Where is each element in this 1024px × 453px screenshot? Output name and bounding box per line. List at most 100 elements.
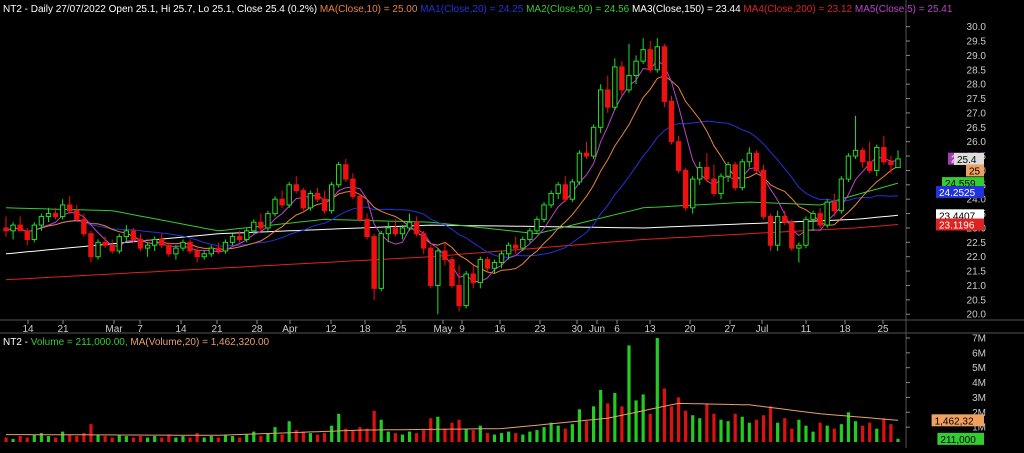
volume-bar [259,436,263,442]
price-flag-label: 23.1196 [939,221,975,232]
volume-bar [294,430,298,442]
volume-bar [528,431,532,442]
candle-up [116,236,122,252]
volume-bar [337,413,341,442]
candle-down [166,244,172,255]
volume-bar [514,433,518,442]
volume-bar [75,436,79,442]
price-y-tick-label: 28.0 [967,80,987,91]
candle-down [470,273,476,284]
volume-bar [46,436,51,442]
volume-bar [620,406,624,442]
candle-down [753,152,760,171]
candle-up [597,89,604,128]
candle-down [420,233,427,249]
candle-down [484,259,491,269]
candle-down [562,184,568,200]
candle-up [208,247,214,255]
candle-up [144,244,151,249]
volume-bar [747,422,751,442]
candle-down [137,238,144,249]
candle-up [520,238,526,249]
volume-bar [280,434,284,442]
volume-bar [563,428,567,442]
volume-bar [365,428,369,442]
price-flag-label: 24.2525 [939,188,976,199]
candle-down [371,236,377,289]
x-tick-label: 28 [251,324,263,335]
candle-down [364,218,370,238]
candle-down [194,250,200,258]
candle-up [824,201,830,226]
candle-down [789,221,795,249]
candle-up [95,241,101,258]
volume-y-tick-label: 7M [972,333,986,344]
volume-bar [655,337,659,442]
candle-up [336,164,342,186]
volume-bar [740,416,744,442]
volume-bar [698,418,702,442]
volume-bar [202,437,206,442]
candle-down [343,164,349,180]
volume-bar [662,388,666,442]
volume-bar [238,437,242,442]
price-y-tick-label: 21.5 [967,267,987,278]
x-tick-label: 27 [724,324,736,335]
volume-bar [641,394,645,442]
price-header: NT2 - Daily 27/07/2022 Open 25.1, Hi 25.… [3,4,953,15]
volume-bar [875,428,879,442]
candle-up [286,184,292,206]
x-tick-label: 11 [801,324,812,335]
candle-down [357,195,363,220]
price-flag-label: 25.4 [957,155,977,166]
x-tick-label: 30 [571,324,583,335]
volume-bar [861,425,865,442]
price-y-tick-label: 22.5 [967,238,987,249]
volume-bar [846,412,851,442]
volume-bar [719,419,723,442]
volume-bar [811,431,815,442]
candle-down [3,227,9,232]
candle-down [159,238,165,246]
volume-bar [393,433,397,442]
volume-bar [577,409,582,442]
x-tick-label: May [434,324,453,335]
volume-bar [351,430,355,442]
x-tick-label: 18 [839,324,851,335]
price-y-tick-label: 20.5 [967,295,987,306]
volume-bar [188,437,192,442]
volume-bar [705,403,709,442]
candle-up [527,230,533,240]
candle-down [215,247,222,252]
candle-up [38,215,45,226]
candle-up [328,184,335,212]
volume-bar [330,425,334,442]
volume-bar [68,434,72,442]
x-tick-label: 13 [644,324,656,335]
candle-up [725,164,731,177]
x-tick-label: 14 [22,324,34,335]
volume-bar [790,428,794,442]
candle-down [619,66,625,91]
candle-up [307,192,314,209]
candle-down [81,218,87,235]
candle-up [10,224,16,232]
candle-down [782,215,788,223]
price-header-part: MA(Close,10) = 25.00 [317,4,418,15]
volume-bar [783,418,787,442]
volume-y-tick-label: 4M [972,378,986,389]
volume-bar [153,436,157,442]
candle-up [385,227,391,235]
volume-bar [429,418,433,442]
x-tick-label: 25 [877,324,889,335]
x-tick-label: 21 [57,324,69,335]
volume-bar [103,436,107,442]
candle-down [682,169,689,209]
volume-bar [273,427,277,442]
volume-bar [818,422,822,442]
price-header-part: NT2 - Daily 27/07/2022 Open 25.1, Hi 25.… [3,4,317,15]
volume-bar [457,419,461,442]
volume-bar [450,422,454,442]
volume-bar [422,430,426,442]
candle-down [767,215,774,246]
